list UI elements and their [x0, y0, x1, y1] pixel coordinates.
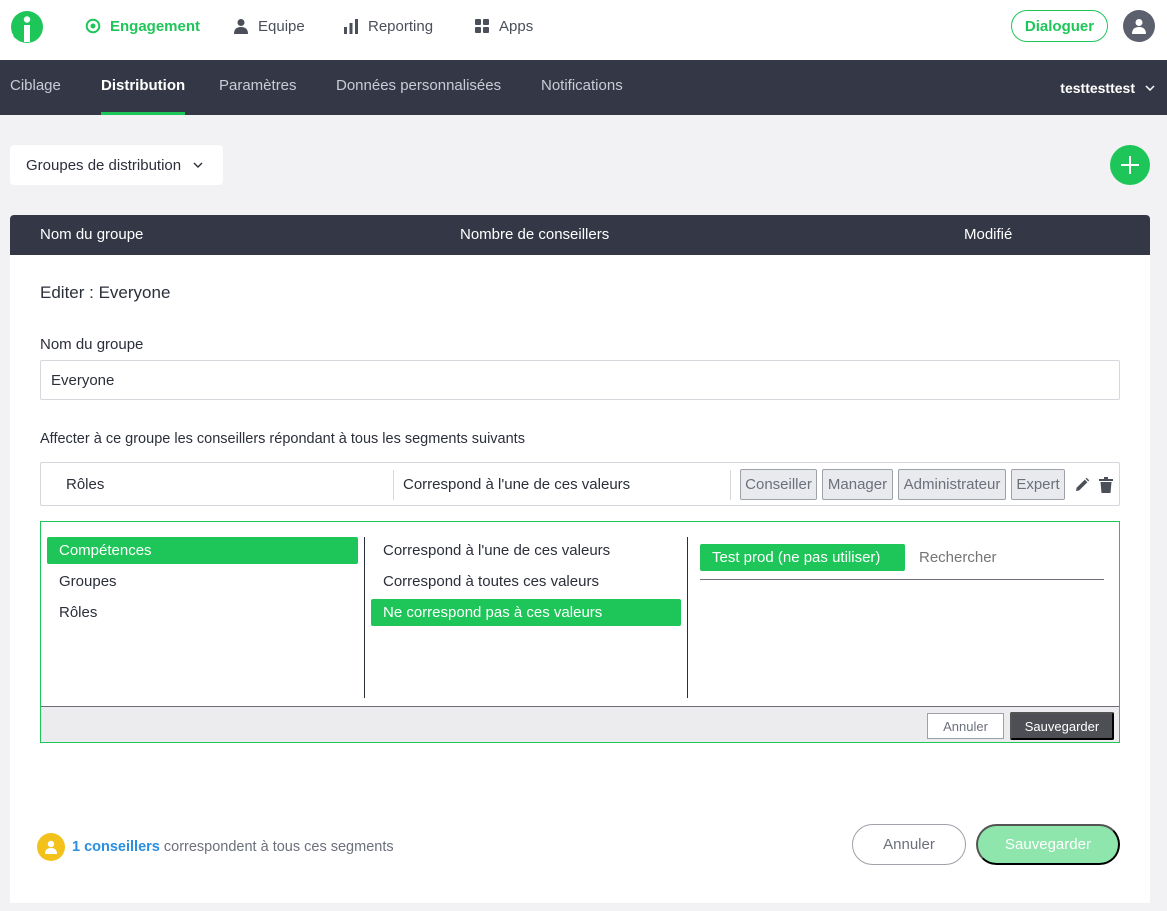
segment-field: Rôles	[66, 476, 105, 493]
group-name-input[interactable]	[40, 360, 1120, 400]
person-icon	[232, 17, 250, 35]
app-logo-icon[interactable]	[10, 10, 44, 44]
topnav-label: Apps	[499, 17, 534, 35]
column-header-group-name[interactable]: Nom du groupe	[40, 226, 143, 243]
person-icon	[1132, 19, 1146, 34]
plus-icon	[1121, 156, 1139, 174]
value-search	[919, 544, 1104, 571]
pencil-icon[interactable]	[1074, 477, 1090, 493]
grid-icon	[473, 17, 491, 35]
segment-save-button[interactable]: Sauvegarder	[1010, 712, 1114, 740]
topnav-reporting[interactable]: Reporting	[342, 16, 433, 36]
divider	[700, 579, 1104, 580]
selected-value-chip[interactable]: Test prod (ne pas utiliser)	[700, 544, 905, 571]
topnav-engagement[interactable]: Engagement	[84, 16, 200, 36]
field-option-roles[interactable]: Rôles	[47, 599, 358, 626]
groups-dropdown[interactable]: Groupes de distribution	[10, 145, 223, 185]
field-option-competences[interactable]: Compétences	[47, 537, 358, 564]
group-name-label: Nom du groupe	[40, 336, 144, 353]
cancel-button[interactable]: Annuler	[852, 824, 966, 865]
divider	[393, 470, 394, 500]
divider	[687, 537, 688, 698]
person-icon	[45, 840, 57, 854]
advisor-count-link[interactable]: 1 conseillers	[72, 839, 160, 855]
add-group-button[interactable]	[1110, 145, 1150, 185]
tab-distribution[interactable]: Distribution	[101, 60, 186, 115]
topnav-label: Reporting	[368, 17, 434, 35]
account-menu[interactable]: testtesttest	[1060, 60, 1155, 115]
advisor-avatar	[37, 833, 65, 861]
edit-group-panel: Editer : Everyone Nom du groupe Affecter…	[10, 255, 1150, 903]
match-summary: 1 conseillers correspondent à tous ces s…	[72, 839, 394, 855]
dialoguer-button[interactable]: Dialoguer	[1011, 10, 1108, 42]
topnav-apps[interactable]: Apps	[473, 16, 533, 36]
operator-option-none[interactable]: Ne correspond pas à ces valeurs	[371, 599, 681, 626]
tab-donnees-personnalisees[interactable]: Données personnalisées	[336, 60, 501, 115]
divider	[364, 537, 365, 698]
tab-parametres[interactable]: Paramètres	[219, 60, 297, 115]
tab-ciblage[interactable]: Ciblage	[10, 60, 61, 115]
sub-navigation: Ciblage Distribution Paramètres Données …	[0, 60, 1167, 115]
topnav-label: Equipe	[258, 17, 305, 35]
top-bar: Engagement Equipe Reporting Apps Dialogu…	[0, 0, 1167, 60]
segment-value-tag: Expert	[1011, 469, 1065, 500]
tab-notifications[interactable]: Notifications	[541, 60, 623, 115]
edit-title: Editer : Everyone	[40, 283, 171, 302]
topnav-equipe[interactable]: Equipe	[232, 16, 305, 36]
segment-operator: Correspond à l'une de ces valeurs	[403, 476, 631, 493]
bar-chart-icon	[342, 17, 360, 35]
chevron-down-icon	[193, 162, 203, 168]
groups-dropdown-label: Groupes de distribution	[26, 156, 182, 174]
user-avatar[interactable]	[1123, 10, 1155, 42]
column-header-modified[interactable]: Modifié	[964, 226, 1012, 243]
segment-value-tag: Administrateur	[898, 469, 1006, 500]
topnav-label: Engagement	[110, 17, 201, 35]
account-name: testtesttest	[1060, 79, 1135, 96]
field-option-groupes[interactable]: Groupes	[47, 568, 358, 595]
segment-value-tag: Manager	[822, 469, 893, 500]
segment-cancel-button[interactable]: Annuler	[927, 713, 1004, 739]
operator-option-all[interactable]: Correspond à toutes ces valeurs	[371, 568, 681, 595]
divider	[730, 470, 731, 500]
segment-builder-footer: Annuler Sauvegarder	[41, 706, 1119, 742]
column-header-advisor-count[interactable]: Nombre de conseillers	[460, 226, 609, 243]
table-header: Nom du groupe Nombre de conseillers Modi…	[10, 215, 1150, 255]
trash-icon[interactable]	[1099, 477, 1115, 493]
segment-value-tag: Conseiller	[740, 469, 817, 500]
segment-builder: Compétences Groupes Rôles Correspond à l…	[40, 521, 1120, 743]
save-button[interactable]: Sauvegarder	[976, 824, 1120, 865]
segment-row: Rôles Correspond à l'une de ces valeurs …	[40, 462, 1120, 506]
match-summary-text: correspondent à tous ces segments	[163, 839, 394, 855]
value-search-input[interactable]	[919, 544, 1104, 571]
operator-option-any[interactable]: Correspond à l'une de ces valeurs	[371, 537, 681, 564]
target-icon	[84, 17, 102, 35]
chevron-down-icon	[1145, 84, 1155, 91]
segments-label: Affecter à ce groupe les conseillers rép…	[40, 431, 525, 447]
